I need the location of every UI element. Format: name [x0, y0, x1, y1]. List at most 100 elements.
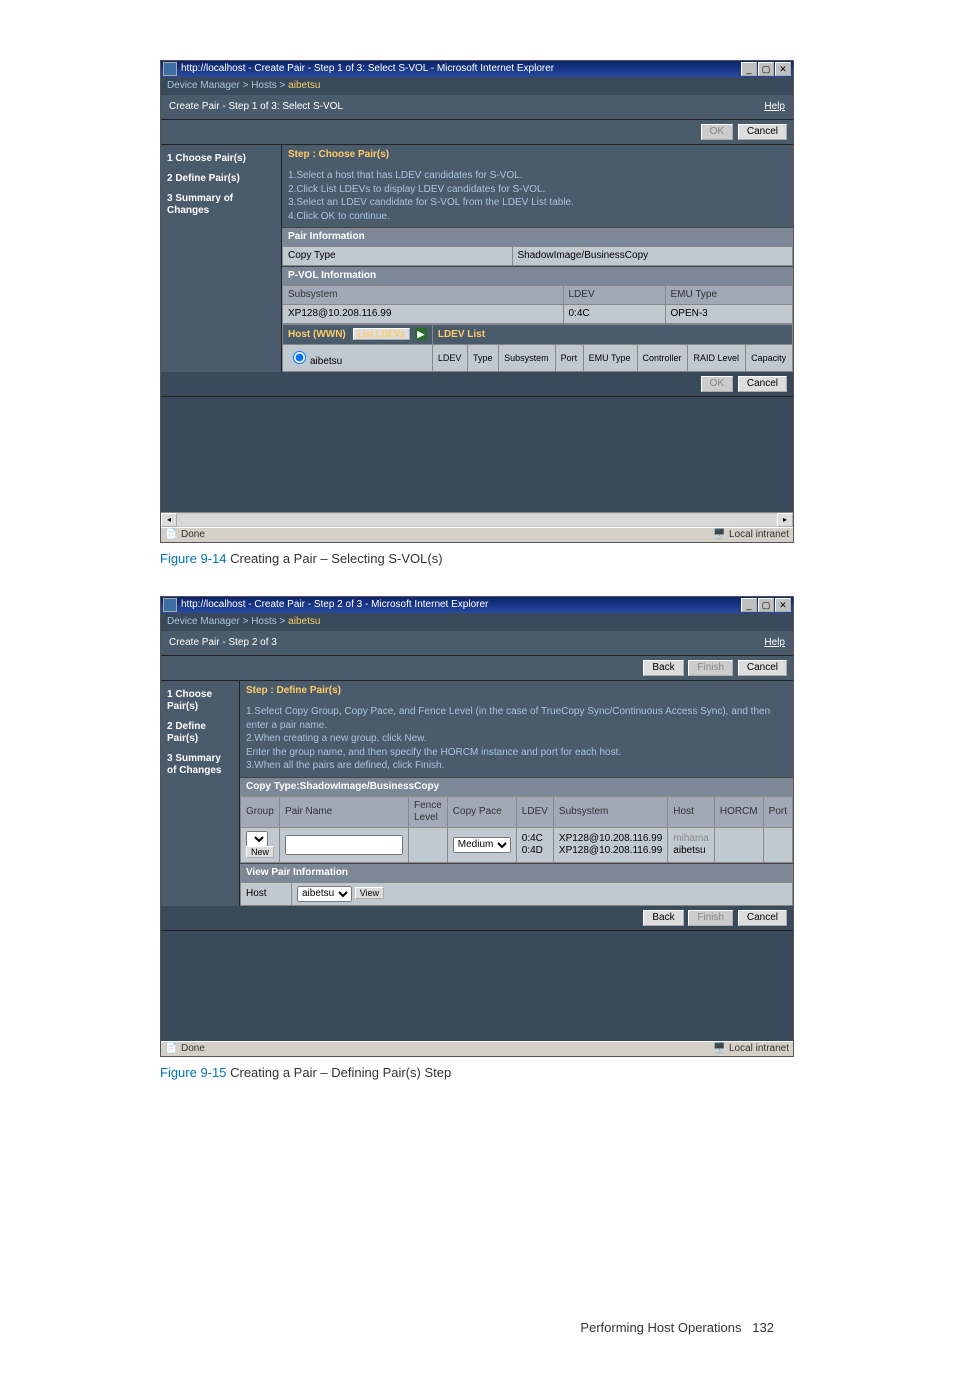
host-row[interactable]: aibetsu — [283, 345, 433, 372]
status-done: Done — [181, 529, 205, 541]
col-host: Host — [668, 796, 715, 827]
ldevlist-col-capacity: Capacity — [746, 345, 793, 372]
sidebar-item-summary[interactable]: 3 Summary of Changes — [161, 189, 281, 221]
emu-value: OPEN-3 — [665, 305, 793, 324]
pvol-table: Subsystem LDEV EMU Type XP128@10.208.116… — [282, 285, 793, 324]
help-link[interactable]: Help — [764, 637, 785, 649]
zone-icon: 🖥️ — [713, 529, 725, 541]
ok-button-bottom[interactable]: OK — [701, 376, 733, 392]
scroll-right-icon[interactable]: ▸ — [777, 513, 793, 527]
host-label: Host — [240, 882, 291, 905]
back-button-bottom[interactable]: Back — [643, 910, 683, 926]
col-ldev: LDEV — [563, 286, 665, 305]
col-horcm: HORCM — [714, 796, 763, 827]
close-button[interactable]: ✕ — [775, 598, 791, 612]
pair-info-header: Pair Information — [282, 227, 793, 246]
ldevlist-col-ldev: LDEV — [432, 345, 467, 372]
define-pair-table: Group Pair Name Fence Level Copy Pace LD… — [240, 796, 793, 863]
breadcrumb: Device Manager > Hosts > aibetsu — [161, 77, 793, 95]
breadcrumb-prefix: Device Manager > Hosts > — [167, 616, 288, 627]
subsystem-value: XP128@10.208.116.99 — [283, 305, 564, 324]
instructions: 1.Select a host that has LDEV candidates… — [282, 165, 793, 227]
col-pairname: Pair Name — [279, 796, 408, 827]
window-title: http://localhost - Create Pair - Step 2 … — [181, 599, 741, 611]
status-zone: Local intranet — [729, 529, 789, 541]
sidebar-item-choose[interactable]: 1 Choose Pair(s) — [161, 149, 281, 169]
window-titlebar: http://localhost - Create Pair - Step 1 … — [161, 61, 793, 77]
browser-window-step1: http://localhost - Create Pair - Step 1 … — [160, 60, 794, 543]
page-title: Create Pair - Step 1 of 3: Select S-VOL — [169, 101, 343, 113]
col-pace: Copy Pace — [447, 796, 516, 827]
back-button-top[interactable]: Back — [643, 660, 683, 676]
page-footer: Performing Host Operations 132 — [160, 1320, 794, 1335]
fence-cell — [408, 827, 447, 862]
page-title: Create Pair - Step 2 of 3 — [169, 637, 277, 649]
list-ldevs-button[interactable]: List LDEVs — [353, 328, 411, 340]
new-group-button[interactable]: New — [246, 846, 274, 858]
finish-button-top[interactable]: Finish — [688, 660, 733, 676]
figure-caption-2: Figure 9-15 Creating a Pair – Defining P… — [160, 1065, 794, 1080]
view-pair-table: Host aibetsu View — [240, 882, 793, 906]
help-link[interactable]: Help — [764, 101, 785, 113]
step-header: Step : Define Pair(s) — [240, 681, 793, 701]
copy-type-label: Copy Type — [283, 247, 513, 266]
bottom-button-row: OK Cancel — [161, 372, 793, 397]
col-port: Port — [763, 796, 792, 827]
ldevlist-col-controller: Controller — [637, 345, 688, 372]
cancel-button-bottom[interactable]: Cancel — [738, 376, 787, 392]
bottom-button-row: Back Finish Cancel — [161, 906, 793, 931]
minimize-button[interactable]: _ — [741, 62, 757, 76]
group-cell: New — [240, 827, 279, 862]
cancel-button-bottom[interactable]: Cancel — [738, 910, 787, 926]
ldevlist-col-emu: EMU Type — [583, 345, 637, 372]
col-group: Group — [240, 796, 279, 827]
ie-icon — [163, 62, 177, 76]
host-wwn-cell: Host (WWN) List LDEVs ▶ — [283, 325, 433, 345]
col-fence: Fence Level — [408, 796, 447, 827]
finish-button-bottom[interactable]: Finish — [688, 910, 733, 926]
subsystem-cell: XP128@10.208.116.99 XP128@10.208.116.99 — [553, 827, 667, 862]
sidebar-item-define[interactable]: 2 Define Pair(s) — [161, 169, 281, 189]
horcm-cell — [714, 827, 763, 862]
view-button[interactable]: View — [355, 887, 384, 899]
sidebar-item-define[interactable]: 2 Define Pair(s) — [161, 717, 239, 749]
ldev-list-header: LDEV List — [432, 325, 792, 345]
breadcrumb-active[interactable]: aibetsu — [288, 616, 320, 627]
instructions: 1.Select Copy Group, Copy Pace, and Fenc… — [240, 701, 793, 777]
figure-caption-1: Figure 9-14 Creating a Pair – Selecting … — [160, 551, 794, 566]
close-button[interactable]: ✕ — [775, 62, 791, 76]
ok-button-top[interactable]: OK — [701, 124, 733, 140]
host-view-select[interactable]: aibetsu — [297, 886, 352, 902]
ldevlist-col-port: Port — [555, 345, 583, 372]
group-select[interactable] — [246, 831, 268, 847]
maximize-button[interactable]: ▢ — [758, 598, 774, 612]
pace-select[interactable]: Medium — [453, 837, 511, 853]
col-emu: EMU Type — [665, 286, 793, 305]
sidebar-item-summary[interactable]: 3 Summary of Changes — [161, 749, 239, 781]
cancel-button-top[interactable]: Cancel — [738, 124, 787, 140]
horizontal-scrollbar[interactable]: ◂ ▸ — [161, 512, 793, 527]
cancel-button-top[interactable]: Cancel — [738, 660, 787, 676]
page-title-bar: Create Pair - Step 2 of 3 Help — [161, 631, 793, 656]
breadcrumb: Device Manager > Hosts > aibetsu — [161, 613, 793, 631]
scroll-left-icon[interactable]: ◂ — [161, 513, 177, 527]
ldevlist-col-subsystem: Subsystem — [499, 345, 556, 372]
col-ldev: LDEV — [516, 796, 553, 827]
top-button-row: OK Cancel — [161, 120, 793, 145]
host-radio[interactable] — [293, 351, 306, 364]
window-title: http://localhost - Create Pair - Step 1 … — [181, 63, 741, 75]
maximize-button[interactable]: ▢ — [758, 62, 774, 76]
ldevlist-col-raid: RAID Level — [688, 345, 746, 372]
sidebar-item-choose[interactable]: 1 Choose Pair(s) — [161, 685, 239, 717]
done-icon: 📄 — [165, 1043, 177, 1055]
wizard-sidebar: 1 Choose Pair(s) 2 Define Pair(s) 3 Summ… — [161, 145, 282, 372]
copy-type-table: Copy Type ShadowImage/BusinessCopy — [282, 246, 793, 266]
breadcrumb-active[interactable]: aibetsu — [288, 80, 320, 91]
port-cell — [763, 827, 792, 862]
browser-window-step2: http://localhost - Create Pair - Step 2 … — [160, 596, 794, 1057]
minimize-button[interactable]: _ — [741, 598, 757, 612]
host-view-cell: aibetsu View — [291, 882, 792, 905]
host-value: aibetsu — [310, 356, 342, 367]
pairname-input[interactable] — [285, 835, 403, 855]
go-icon[interactable]: ▶ — [415, 328, 427, 340]
